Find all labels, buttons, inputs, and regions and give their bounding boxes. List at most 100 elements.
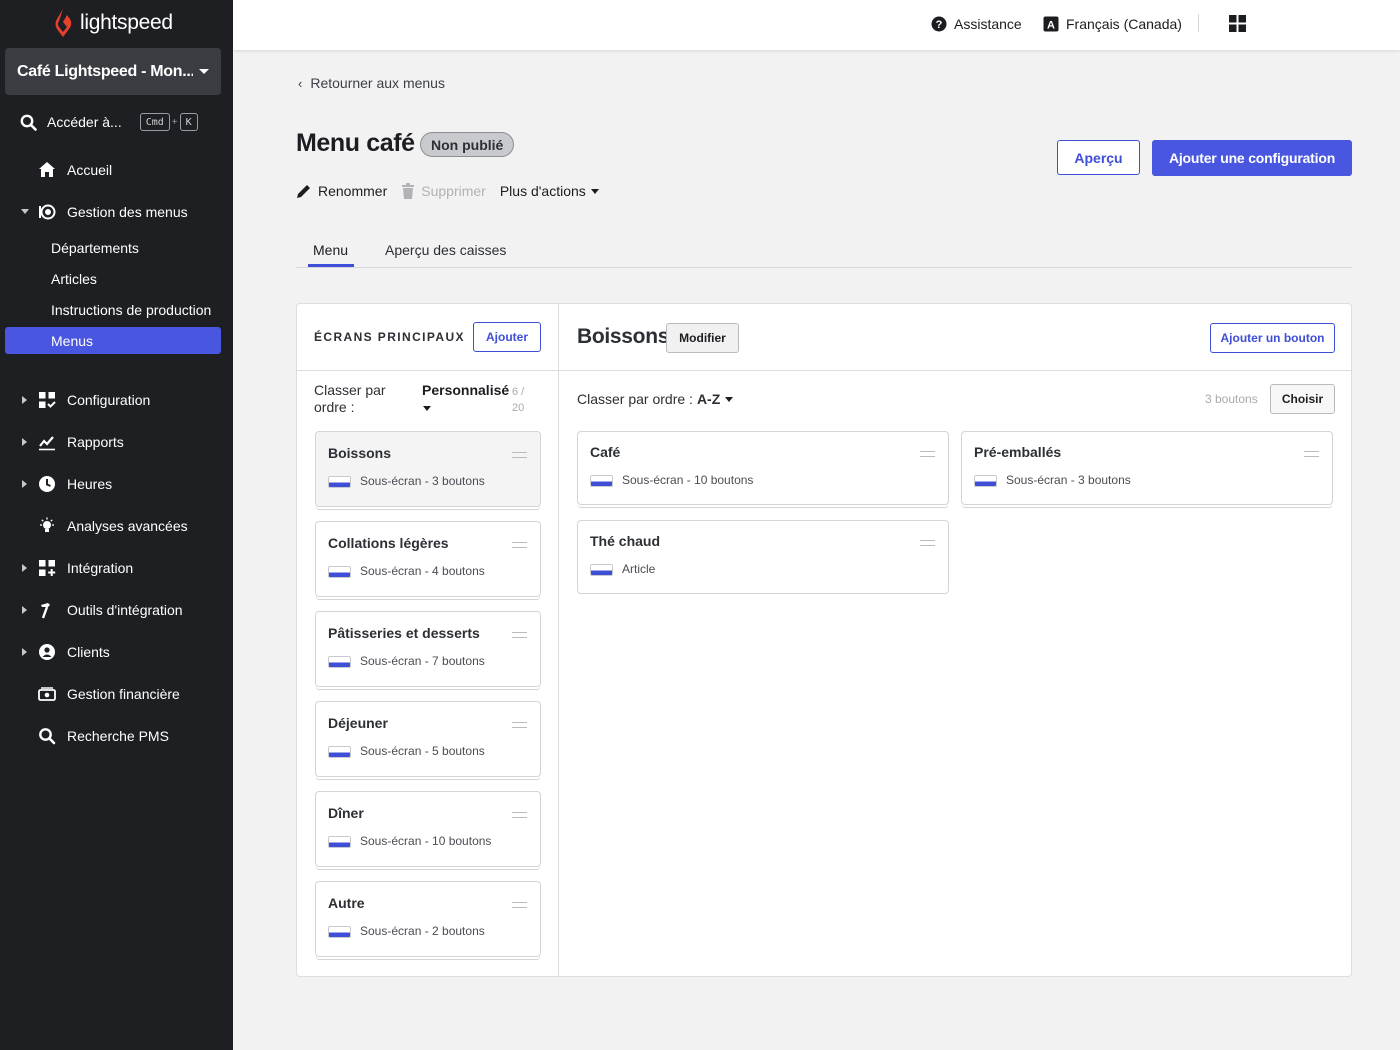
svg-text:?: ? — [936, 19, 943, 31]
nav-sub-label: Articles — [51, 270, 97, 287]
screen-detail-header: Boissons Modifier Ajouter un bouton — [559, 304, 1351, 371]
button-subtitle: Sous-écran - 3 boutons — [1006, 473, 1131, 487]
screen-card-collations[interactable]: Collations légères Sous-écran - 4 bouton… — [315, 521, 541, 597]
button-subtitle: Sous-écran - 10 boutons — [622, 473, 754, 487]
sidebar: lightspeed Café Lightspeed - Mon... Accé… — [0, 0, 233, 1050]
quick-search[interactable]: Accéder à... Cmd + K — [20, 111, 198, 133]
drag-handle-icon[interactable] — [1304, 451, 1319, 457]
drag-handle-icon[interactable] — [920, 540, 935, 546]
screen-card-dejeuner[interactable]: Déjeuner Sous-écran - 5 boutons — [315, 701, 541, 777]
rename-button[interactable]: Renommer — [296, 183, 387, 199]
sort-label: Classer par ordre : — [314, 382, 386, 415]
choose-button[interactable]: Choisir — [1270, 384, 1335, 414]
nav-label: Analyses avancées — [67, 518, 188, 534]
preview-button[interactable]: Aperçu — [1057, 140, 1140, 175]
search-icon — [20, 114, 37, 131]
apps-grid-icon[interactable] — [1229, 15, 1246, 32]
nav-configuration[interactable]: Configuration — [0, 385, 233, 415]
nav-pms[interactable]: Recherche PMS — [0, 721, 233, 751]
expand-open-icon — [21, 209, 29, 214]
language-icon: A — [1043, 16, 1059, 32]
nav-sub-departements[interactable]: Départements — [5, 234, 221, 261]
home-icon — [39, 162, 55, 177]
color-swatch — [328, 926, 351, 938]
store-selector[interactable]: Café Lightspeed - Mon... — [5, 48, 221, 95]
nav-heures[interactable]: Heures — [0, 469, 233, 499]
nav-label: Gestion des menus — [67, 204, 188, 220]
more-actions-dropdown[interactable]: Plus d'actions — [500, 183, 599, 199]
top-bar: ? Assistance A Français (Canada) — [233, 0, 1400, 50]
nav-sub-articles[interactable]: Articles — [5, 265, 221, 292]
screen-subtitle: Sous-écran - 3 boutons — [360, 474, 485, 488]
screen-count: 6 / 20 — [512, 386, 525, 414]
screen-name: Boissons — [328, 445, 392, 461]
tab-apercu-caisses[interactable]: Aperçu des caisses — [385, 242, 506, 258]
drag-handle-icon[interactable] — [512, 812, 527, 818]
nav-outils[interactable]: Outils d'intégration — [0, 595, 233, 625]
screen-card-patisseries[interactable]: Pâtisseries et desserts Sous-écran - 7 b… — [315, 611, 541, 687]
color-swatch — [328, 836, 351, 848]
drag-handle-icon[interactable] — [512, 452, 527, 458]
tab-bar: Menu Aperçu des caisses — [296, 236, 1352, 268]
color-swatch — [328, 566, 351, 578]
lightspeed-logo[interactable]: lightspeed — [54, 8, 173, 38]
nav-label: Rapports — [67, 434, 124, 450]
more-actions-label: Plus d'actions — [499, 183, 586, 199]
search-icon — [39, 728, 56, 745]
nav-accueil[interactable]: Accueil — [0, 155, 233, 185]
nav-integration[interactable]: Intégration — [0, 553, 233, 583]
cash-register-icon — [38, 687, 56, 701]
drag-handle-icon[interactable] — [512, 722, 527, 728]
language-selector[interactable]: A Français (Canada) — [1043, 14, 1182, 34]
add-screen-button[interactable]: Ajouter — [473, 322, 541, 352]
pencil-icon — [297, 185, 310, 198]
nav-clients[interactable]: Clients — [0, 637, 233, 667]
clock-icon — [39, 476, 55, 492]
drag-handle-icon[interactable] — [920, 451, 935, 457]
nav-label: Accueil — [67, 162, 113, 178]
nav-analyses[interactable]: Analyses avancées — [0, 511, 233, 541]
add-configuration-button[interactable]: Ajouter une configuration — [1152, 140, 1352, 176]
nav-sub-instructions[interactable]: Instructions de production — [5, 296, 221, 323]
caret-down-icon — [590, 188, 599, 194]
edit-screen-button[interactable]: Modifier — [666, 323, 739, 353]
active-tab-indicator — [308, 264, 354, 267]
screen-subtitle: Sous-écran - 5 boutons — [360, 744, 485, 758]
back-to-menus-link[interactable]: ‹ Retourner aux menus — [298, 75, 445, 91]
help-circle-icon: ? — [931, 16, 947, 32]
sort-dropdown[interactable]: Personnalisé — [422, 382, 509, 398]
drag-handle-icon[interactable] — [512, 542, 527, 548]
nav-label: Gestion financière — [67, 686, 180, 702]
nav-finance[interactable]: Gestion financière — [0, 679, 233, 709]
expand-closed-icon — [22, 438, 27, 446]
color-swatch — [590, 564, 613, 576]
back-label: Retourner aux menus — [310, 75, 445, 91]
help-link[interactable]: ? Assistance — [931, 14, 1022, 34]
expand-closed-icon — [22, 648, 27, 656]
color-swatch — [590, 475, 613, 487]
apps-plus-icon — [39, 560, 56, 576]
main-screens-heading: ÉCRANS PRINCIPAUX — [314, 330, 465, 344]
nav-gestion-menus[interactable]: Gestion des menus — [0, 197, 233, 227]
caret-down-icon[interactable] — [423, 406, 431, 411]
button-card-pre-emballes[interactable]: Pré-emballés Sous-écran - 3 boutons — [961, 431, 1333, 505]
screen-card-diner[interactable]: Dîner Sous-écran - 10 boutons — [315, 791, 541, 867]
add-button-button[interactable]: Ajouter un bouton — [1210, 323, 1335, 353]
screen-card-boissons[interactable]: Boissons Sous-écran - 3 boutons — [315, 431, 541, 507]
nav-label: Intégration — [67, 560, 134, 576]
screen-card-autre[interactable]: Autre Sous-écran - 2 boutons — [315, 881, 541, 957]
menu-actions: Renommer Supprimer Plus d'actions — [296, 181, 613, 201]
nav-sub-menus[interactable]: Menus — [5, 327, 221, 354]
nav-label: Heures — [67, 476, 113, 492]
button-sort[interactable]: Classer par ordre : A-Z — [577, 391, 734, 407]
drag-handle-icon[interactable] — [512, 632, 527, 638]
color-swatch — [328, 476, 351, 488]
user-circle-icon — [39, 644, 55, 660]
delete-button[interactable]: Supprimer — [401, 183, 486, 199]
nav-rapports[interactable]: Rapports — [0, 427, 233, 457]
tab-menu[interactable]: Menu — [313, 242, 348, 258]
button-card-the-chaud[interactable]: Thé chaud Article — [577, 520, 949, 594]
screen-name: Autre — [328, 895, 365, 911]
button-card-cafe[interactable]: Café Sous-écran - 10 boutons — [577, 431, 949, 505]
drag-handle-icon[interactable] — [512, 902, 527, 908]
